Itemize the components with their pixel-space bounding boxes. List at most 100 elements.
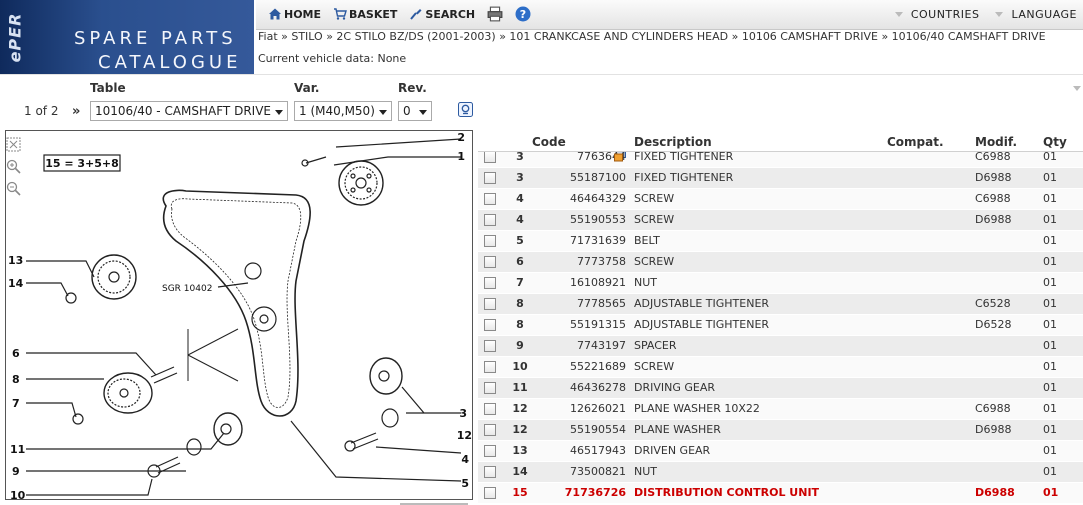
table-row[interactable]: 3 55187100 FIXED TIGHTENER D6988 01 — [478, 168, 1083, 189]
table-row[interactable]: 9 7743197 SPACER 01 — [478, 336, 1083, 357]
search-icon — [410, 9, 422, 20]
ref-cell: 3 — [516, 171, 524, 184]
qty-cell: 01 — [1043, 255, 1057, 268]
qty-cell: 01 — [1043, 318, 1057, 331]
description-cell: DISTRIBUTION CONTROL UNIT — [634, 486, 820, 499]
rev-label: Rev. — [398, 81, 427, 95]
row-checkbox[interactable] — [484, 172, 496, 184]
row-checkbox[interactable] — [484, 466, 496, 478]
table-row[interactable]: 15 71736726 DISTRIBUTION CONTROL UNIT D6988… — [478, 483, 1083, 504]
description-cell: DRIVING GEAR — [634, 381, 716, 394]
row-checkbox[interactable] — [484, 424, 496, 436]
parts-table-header: Code Description Compat. Modif. Qty — [478, 132, 1083, 152]
app-logo: ePER SPARE PARTS CATALOGUE — [0, 0, 254, 74]
table-row[interactable]: 13 46517943 DRIVEN GEAR 01 — [478, 441, 1083, 462]
zoom-in-icon[interactable] — [6, 159, 21, 174]
ref-cell: 15 — [512, 486, 528, 499]
table-row[interactable]: 4 46464329 SCREW C6988 01 — [478, 189, 1083, 210]
row-checkbox[interactable] — [484, 403, 496, 415]
table-row[interactable]: 10 55221689 SCREW 01 — [478, 357, 1083, 378]
description-cell: NUT — [634, 276, 657, 289]
col-compat[interactable]: Compat. — [887, 135, 944, 149]
part-code-cell: 55190553 — [570, 213, 626, 226]
row-checkbox[interactable] — [484, 340, 496, 352]
chevron-down-icon[interactable] — [1073, 86, 1081, 91]
part-code-cell: 55187100 — [570, 171, 626, 184]
qty-cell: 01 — [1043, 276, 1057, 289]
row-checkbox[interactable] — [484, 277, 496, 289]
nav-home[interactable]: HOME — [268, 7, 321, 21]
callout-4: 4 — [461, 453, 469, 466]
row-checkbox[interactable] — [484, 298, 496, 310]
description-cell: DRIVEN GEAR — [634, 444, 711, 457]
col-description[interactable]: Description — [634, 135, 712, 149]
table-row[interactable]: 14 73500821 NUT 01 — [478, 462, 1083, 483]
next-page-button[interactable]: » — [72, 104, 80, 119]
col-modif[interactable]: Modif. — [975, 135, 1017, 149]
description-cell: FIXED TIGHTENER — [634, 171, 734, 184]
chevron-down-icon — [419, 110, 427, 115]
callout-11: 11 — [10, 443, 25, 456]
nav-countries[interactable]: COUNTRIES — [894, 8, 980, 21]
part-code-cell: 7763644 — [577, 152, 626, 163]
rev-select[interactable]: 0 — [398, 101, 432, 121]
table-row[interactable]: 6 7773758 SCREW 01 — [478, 252, 1083, 273]
ref-cell: 13 — [512, 444, 528, 457]
basket-icon — [334, 8, 347, 20]
row-checkbox[interactable] — [484, 256, 496, 268]
table-row[interactable]: 3 7763644 FIXED TIGHTENER C6988 01 — [478, 152, 1083, 168]
row-checkbox[interactable] — [484, 152, 496, 163]
row-checkbox[interactable] — [484, 235, 496, 247]
table-row[interactable]: 12 12626021 PLANE WASHER 10X22 C6988 01 — [478, 399, 1083, 420]
description-cell: NUT — [634, 465, 657, 478]
row-checkbox[interactable] — [484, 487, 496, 499]
zoom-out-icon[interactable] — [6, 181, 21, 196]
row-checkbox[interactable] — [484, 361, 496, 373]
table-row[interactable]: 8 7778565 ADJUSTABLE TIGHTENER C6528 01 — [478, 294, 1083, 315]
home-icon — [269, 8, 281, 20]
nav-language[interactable]: LANGUAGE — [995, 8, 1077, 21]
filter-icon[interactable] — [458, 102, 473, 117]
part-code-cell: 46517943 — [570, 444, 626, 457]
table-row[interactable]: 5 71731639 BELT 01 — [478, 231, 1083, 252]
logo-line-2: CATALOGUE — [98, 52, 242, 73]
table-row[interactable]: 11 46436278 DRIVING GEAR 01 — [478, 378, 1083, 399]
nav-search[interactable]: SEARCH — [409, 7, 475, 21]
breadcrumb[interactable]: Fiat » STILO » 2C STILO BZ/DS (2001-2003… — [258, 30, 1046, 43]
description-cell: SCREW — [634, 213, 675, 226]
exploded-view-drawing[interactable]: 15 = 3+5+8 SGR 10402 2 1 13 14 6 8 7 11 … — [5, 130, 473, 500]
part-code-cell: 55191315 — [570, 318, 626, 331]
modif-cell: D6988 — [975, 213, 1012, 226]
qty-cell: 01 — [1043, 444, 1057, 457]
var-select[interactable]: 1 (M40,M50) — [294, 101, 392, 121]
table-row[interactable]: 12 55190554 PLANE WASHER D6988 01 — [478, 420, 1083, 441]
row-checkbox[interactable] — [484, 445, 496, 457]
help-icon[interactable]: ? — [515, 6, 531, 22]
replacement-info-icon[interactable] — [614, 152, 626, 162]
fit-view-icon[interactable] — [6, 137, 21, 152]
callout-9: 9 — [12, 465, 20, 478]
part-code-cell: 46464329 — [570, 192, 626, 205]
nav-basket[interactable]: BASKET — [333, 7, 397, 21]
row-checkbox[interactable] — [484, 382, 496, 394]
col-code[interactable]: Code — [532, 135, 566, 149]
callout-13: 13 — [8, 254, 23, 267]
row-checkbox[interactable] — [484, 193, 496, 205]
table-row[interactable]: 8 55191315 ADJUSTABLE TIGHTENER D6528 01 — [478, 315, 1083, 336]
col-qty[interactable]: Qty — [1043, 135, 1067, 149]
description-cell: SCREW — [634, 360, 675, 373]
nav-language-label: LANGUAGE — [1011, 8, 1077, 21]
print-icon[interactable] — [487, 6, 503, 22]
callout-7: 7 — [12, 397, 20, 410]
formula-label: 15 = 3+5+8 — [45, 157, 119, 170]
var-label: Var. — [294, 81, 320, 95]
main-nav: HOME BASKET SEARCH ? — [268, 6, 531, 22]
qty-cell: 01 — [1043, 360, 1057, 373]
header-divider — [0, 74, 1083, 75]
table-select[interactable]: 10106/40 - CAMSHAFT DRIVE — [90, 101, 288, 121]
qty-cell: 01 — [1043, 234, 1057, 247]
row-checkbox[interactable] — [484, 214, 496, 226]
table-row[interactable]: 4 55190553 SCREW D6988 01 — [478, 210, 1083, 231]
row-checkbox[interactable] — [484, 319, 496, 331]
table-row[interactable]: 7 16108921 NUT 01 — [478, 273, 1083, 294]
